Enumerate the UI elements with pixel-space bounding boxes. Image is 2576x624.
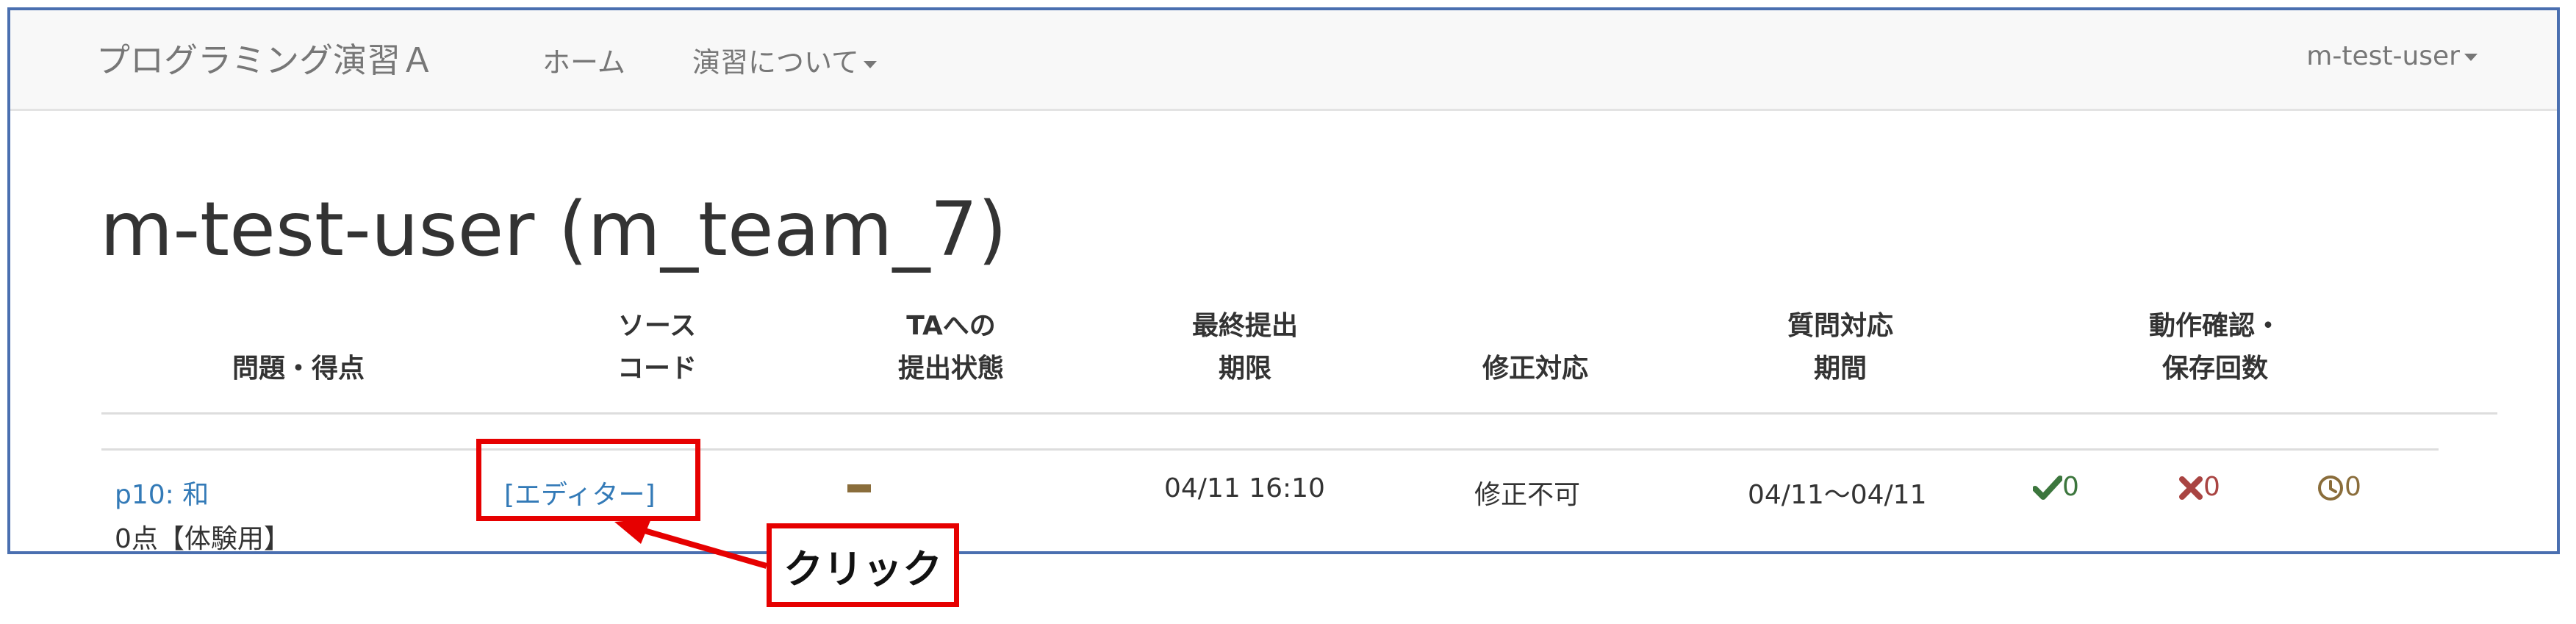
header-line: 質問対応 [1787, 311, 1893, 341]
page-title: m-test-user (m_team_7) [100, 186, 1008, 273]
user-menu-dropdown[interactable]: m-test-user [2306, 41, 2478, 71]
click-annotation-label: クリック [767, 523, 959, 607]
caret-down-icon [2464, 54, 2478, 61]
header-line: ソース [617, 311, 697, 341]
header-source-code: ソース コード [584, 305, 731, 390]
header-revision: 修正対応 [1462, 348, 1609, 390]
revision-value: 修正不可 [1474, 480, 1581, 510]
header-line: 最終提出 [1191, 311, 1298, 341]
deadline-value: 04/11 16:10 [1164, 473, 1325, 503]
check-icon [2033, 476, 2062, 500]
header-line: 問題・得点 [232, 354, 365, 384]
header-line: コード [617, 354, 697, 384]
ok-count-value: 0 [2062, 472, 2079, 502]
saved-count: 0 [2317, 472, 2361, 502]
user-menu-label: m-test-user [2306, 41, 2460, 71]
nav-about-dropdown[interactable]: 演習について [692, 40, 877, 80]
problem-link[interactable]: p10: 和 [115, 473, 209, 512]
ng-count: 0 [2178, 472, 2220, 502]
header-problem-score: 問題・得点 [195, 348, 401, 390]
ok-count: 0 [2033, 472, 2079, 502]
header-line: TAへの [906, 311, 996, 341]
screenshot-stage: プログラミング演習Ａ ホーム 演習について m-test-user m-test… [0, 0, 2576, 624]
header-line: 期間 [1813, 354, 1867, 384]
header-line: 期限 [1218, 354, 1271, 384]
question-period-value: 04/11～04/11 [1748, 480, 1927, 510]
browser-frame: プログラミング演習Ａ ホーム 演習について m-test-user m-test… [7, 7, 2560, 554]
header-line: 動作確認・ [2148, 311, 2281, 341]
ng-count-value: 0 [2203, 472, 2220, 502]
problem-score: 0点【体験用】 [115, 524, 290, 554]
nav-home-link[interactable]: ホーム [542, 40, 625, 80]
header-line: 保存回数 [2161, 354, 2268, 384]
navbar: プログラミング演習Ａ ホーム 演習について m-test-user [10, 10, 2557, 111]
header-line: 修正対応 [1482, 354, 1588, 384]
header-run-save-count: 動作確認・ 保存回数 [2120, 305, 2311, 390]
clock-icon [2318, 476, 2343, 501]
editor-highlight-box [476, 439, 700, 521]
header-ta-status: TAへの 提出状態 [863, 305, 1039, 390]
header-deadline: 最終提出 期限 [1157, 305, 1333, 390]
header-question-period: 質問対応 期間 [1752, 305, 1929, 390]
caret-down-icon [863, 60, 877, 68]
nav-about-label: 演習について [692, 46, 859, 79]
table-row-divider [101, 448, 2439, 451]
brand-link[interactable]: プログラミング演習Ａ [96, 34, 434, 82]
status-dash-icon [847, 484, 871, 492]
table-header-divider [101, 412, 2497, 415]
header-line: 提出状態 [897, 354, 1004, 384]
cross-icon [2179, 476, 2203, 500]
saved-count-value: 0 [2344, 472, 2361, 502]
